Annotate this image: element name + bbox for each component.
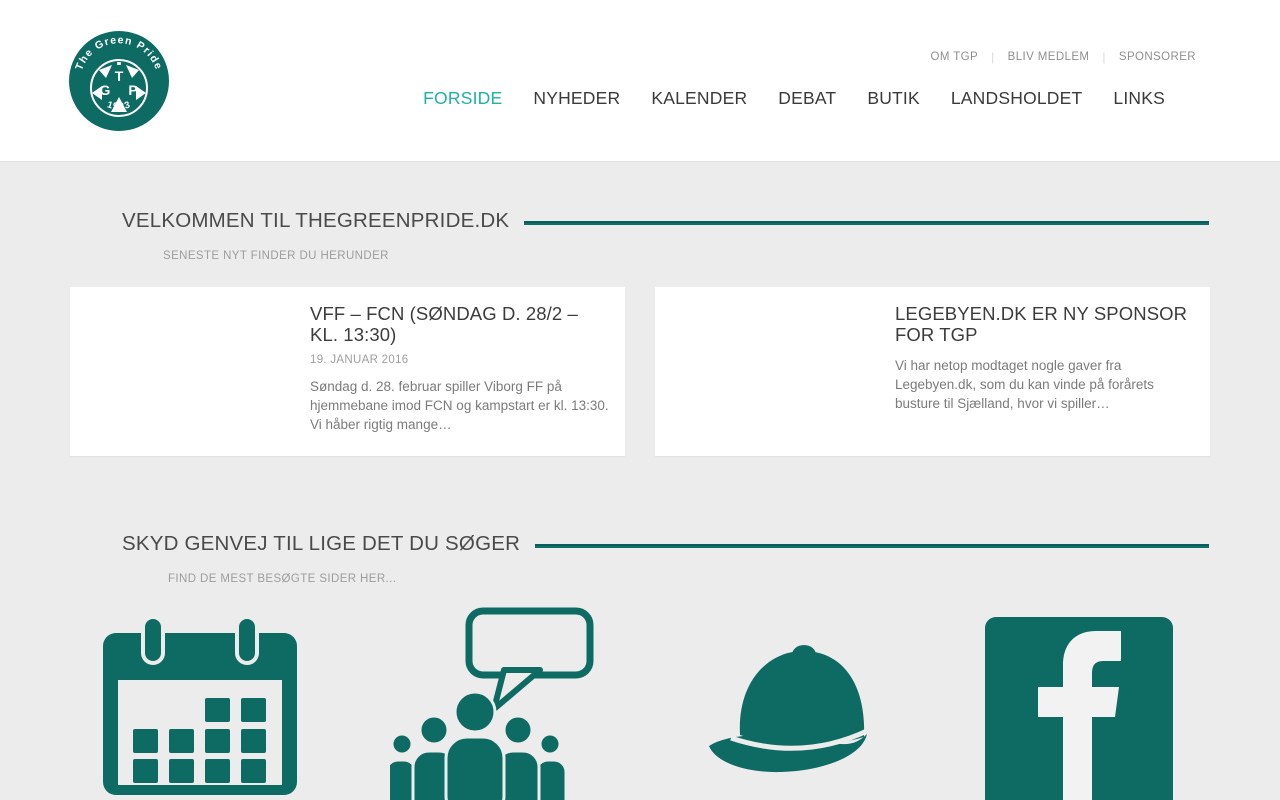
news-card-title[interactable]: VFF – FCN (SØNDAG D. 28/2 – KL. 13:30) [310,303,610,345]
section-shortcuts-title: SKYD GENVEJ TIL LIGE DET DU SØGER [122,532,521,555]
section-welcome-title: VELKOMMEN TIL THEGREENPRIDE.DK [122,209,510,232]
nav-item-forside[interactable]: FORSIDE [423,88,502,109]
news-card-excerpt: Søndag d. 28. februar spiller Viborg FF … [310,379,609,432]
heading-rule [524,220,1209,225]
news-card-title[interactable]: LEGEBYEN.DK ER NY SPONSOR FOR TGP [895,303,1195,345]
news-card-image [655,287,880,456]
nav-separator: | [991,50,995,64]
shortcut-debat[interactable] [390,606,595,800]
shortcut-facebook[interactable] [985,617,1173,800]
news-card[interactable]: VFF – FCN (SØNDAG D. 28/2 – KL. 13:30) 1… [70,287,625,456]
nav-item-kalender[interactable]: KALENDER [651,88,747,109]
shortcut-kalender[interactable] [103,617,297,795]
site-header: The Green Pride T G P 1993 OM TGP | BLIV [0,0,1280,162]
section-welcome-header: VELKOMMEN TIL THEGREENPRIDE.DK [122,209,1209,233]
cap-icon [709,645,871,773]
nav-item-landsholdet[interactable]: LANDSHOLDET [951,88,1083,109]
news-card-list: VFF – FCN (SØNDAG D. 28/2 – KL. 13:30) 1… [70,287,1210,456]
forum-speech-bubble-icon [390,607,594,800]
svg-text:T: T [115,68,124,84]
main-nav: FORSIDE NYHEDER KALENDER DEBAT BUTIK LAN… [423,88,1165,109]
nav-item-links[interactable]: LINKS [1113,88,1165,109]
tgp-logo-icon: The Green Pride T G P 1993 [69,31,169,131]
news-card[interactable]: LEGEBYEN.DK ER NY SPONSOR FOR TGP Vi har… [655,287,1210,456]
section-welcome-subtitle: SENESTE NYT FINDER DU HERUNDER [163,250,389,262]
svg-text:G: G [100,82,111,98]
calendar-icon [103,617,297,795]
section-shortcuts-header: SKYD GENVEJ TIL LIGE DET DU SØGER [122,532,1209,556]
nav-separator: | [1102,50,1106,64]
news-card-image [70,287,295,456]
heading-rule [535,543,1209,548]
utility-nav-om-tgp[interactable]: OM TGP [931,51,979,63]
news-card-body: LEGEBYEN.DK ER NY SPONSOR FOR TGP Vi har… [880,287,1215,456]
facebook-icon [985,617,1173,800]
svg-text:P: P [128,82,137,98]
utility-nav-bliv-medlem[interactable]: BLIV MEDLEM [1008,51,1090,63]
section-shortcuts-subtitle: FIND DE MEST BESØGTE SIDER HER... [168,573,397,585]
news-card-date: 19. JANUAR 2016 [310,354,409,367]
news-card-excerpt: Vi har netop modtaget nogle gaver fra Le… [895,358,1154,411]
utility-nav: OM TGP | BLIV MEDLEM | SPONSORER [931,50,1196,64]
nav-item-nyheder[interactable]: NYHEDER [533,88,620,109]
nav-item-debat[interactable]: DEBAT [778,88,836,109]
utility-nav-sponsorer[interactable]: SPONSORER [1119,51,1196,63]
nav-item-butik[interactable]: BUTIK [867,88,920,109]
site-logo[interactable]: The Green Pride T G P 1993 [69,31,169,131]
page: The Green Pride T G P 1993 OM TGP | BLIV [0,0,1280,800]
news-card-body: VFF – FCN (SØNDAG D. 28/2 – KL. 13:30) 1… [295,287,630,456]
shortcut-butik[interactable] [703,643,871,775]
